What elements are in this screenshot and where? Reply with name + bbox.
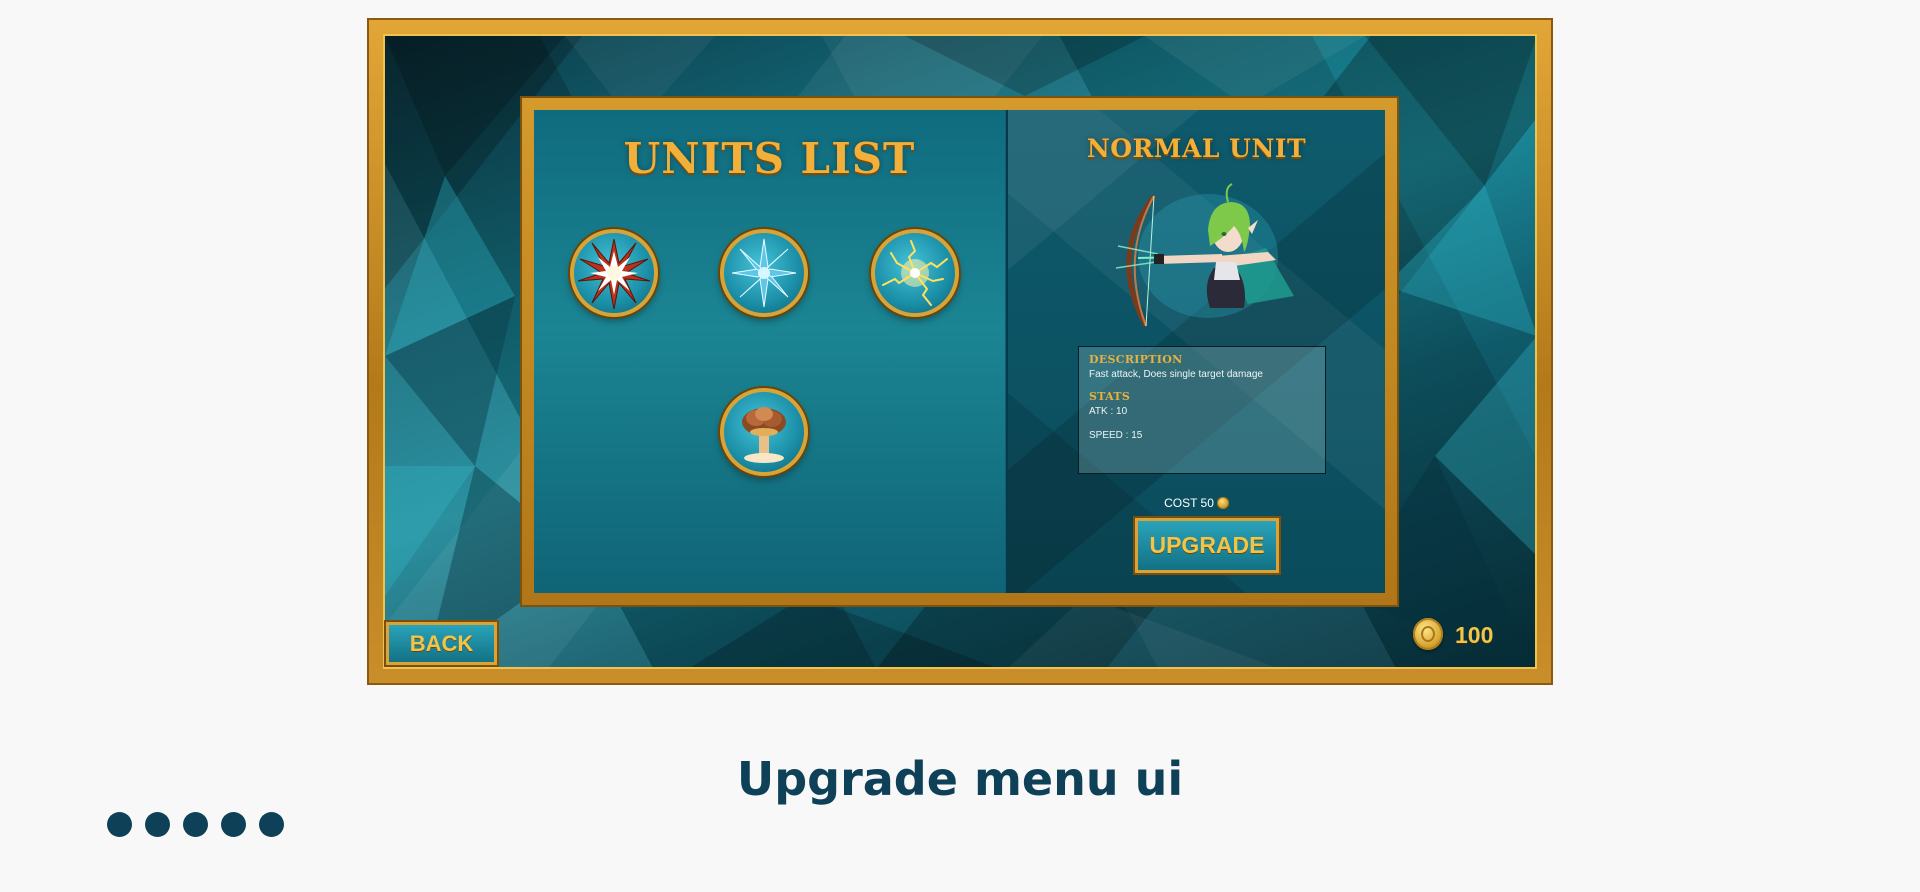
archer-unit-portrait (1115, 183, 1294, 328)
pagination-dot[interactable] (221, 812, 246, 837)
cost-label: COST 50 (1164, 496, 1214, 510)
upgrade-button[interactable]: UPGRADE (1135, 518, 1279, 573)
gold-coin-icon (1413, 618, 1443, 650)
pagination-dot[interactable] (145, 812, 170, 837)
coin-balance: 100 (1455, 622, 1494, 648)
unit-name-title: NORMAL UNIT (1086, 134, 1307, 163)
stat-atk: ATK : 10 (1089, 406, 1128, 417)
lightning-spark-icon (882, 240, 948, 306)
coin-icon (1216, 497, 1229, 509)
units-panel-inner: UNITS LIST NORMAL UNIT DESCRIPTION Fast … (534, 110, 1385, 593)
unit-slot-2[interactable] (720, 229, 808, 317)
unit-slot-1[interactable] (570, 229, 658, 317)
explosion-burst-icon (577, 238, 651, 310)
units-list-pane: UNITS LIST (534, 110, 1005, 593)
pagination-dot[interactable] (107, 812, 132, 837)
stats-header: STATS (1089, 390, 1131, 403)
back-button[interactable]: BACK (386, 622, 497, 665)
ice-crystal-icon (731, 238, 797, 308)
units-panel: UNITS LIST NORMAL UNIT DESCRIPTION Fast … (520, 96, 1399, 607)
unit-slot-4[interactable] (720, 388, 808, 476)
unit-description-box: DESCRIPTION Fast attack, Does single tar… (1078, 346, 1326, 474)
unit-detail-pane: NORMAL UNIT DESCRIPTION Fast attack, Doe… (1006, 110, 1385, 593)
description-text: Fast attack, Does single target damage (1089, 369, 1263, 380)
mushroom-cloud-icon (742, 407, 786, 463)
pagination-dots (107, 812, 284, 837)
upgrade-cost: COST 50 (1008, 496, 1385, 510)
stat-speed: SPEED : 15 (1089, 430, 1143, 441)
slide-caption: Upgrade menu ui (736, 752, 1184, 806)
units-list-title: UNITS LIST (623, 134, 916, 183)
description-header: DESCRIPTION (1089, 353, 1183, 366)
unit-slot-3[interactable] (871, 229, 959, 317)
pagination-dot[interactable] (259, 812, 284, 837)
pagination-dot[interactable] (183, 812, 208, 837)
